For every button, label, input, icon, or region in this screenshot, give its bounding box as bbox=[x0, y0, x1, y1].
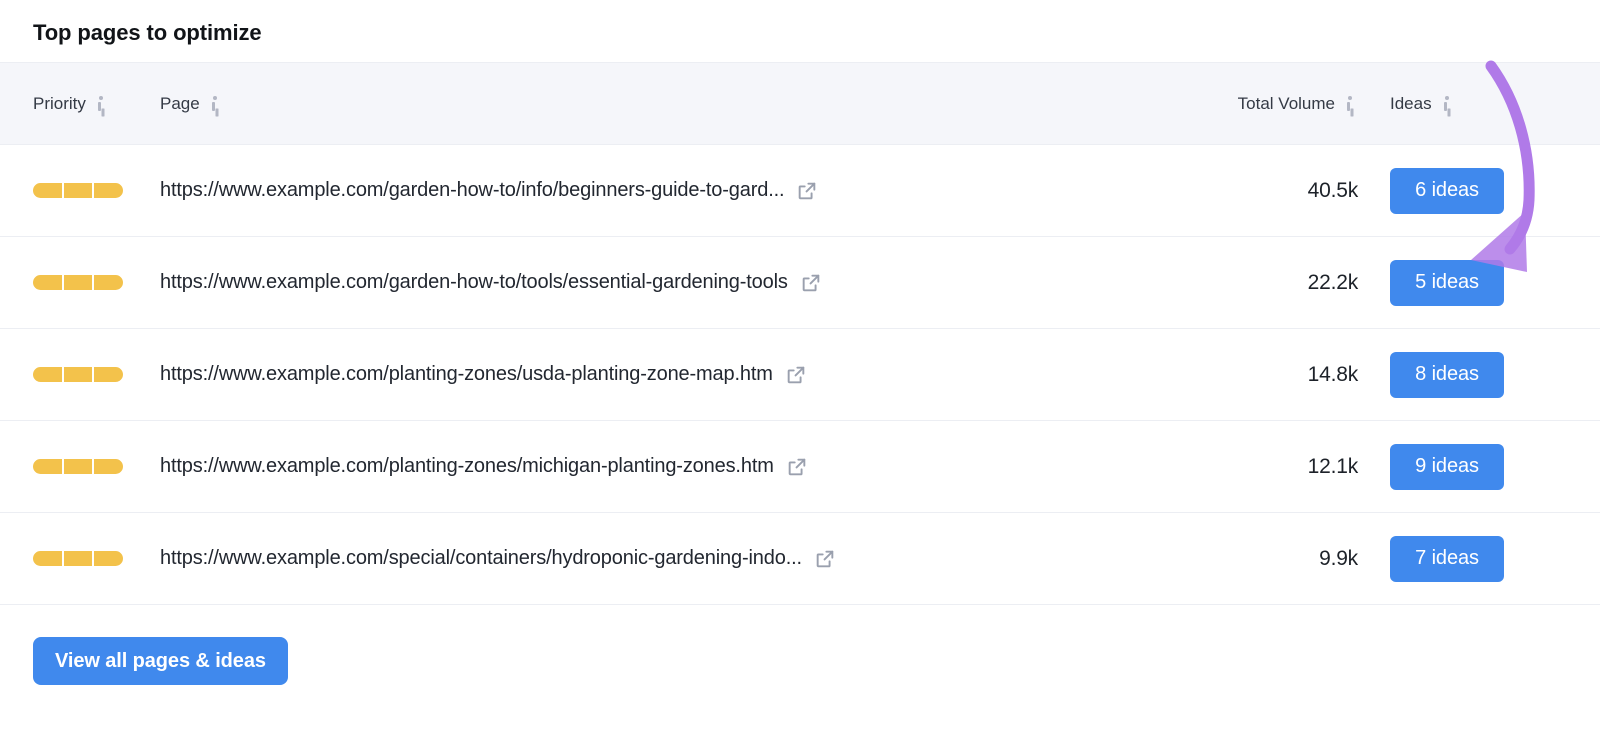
table-row: https://www.example.com/planting-zones/m… bbox=[0, 421, 1600, 513]
total-volume-cell: 14.8k bbox=[1180, 363, 1360, 387]
ideas-cell: 8 ideas bbox=[1360, 351, 1600, 398]
view-all-pages-ideas-button[interactable]: View all pages & ideas bbox=[33, 637, 288, 685]
priority-indicator bbox=[33, 367, 124, 382]
priority-segment bbox=[94, 275, 124, 290]
page-cell: https://www.example.com/special/containe… bbox=[148, 547, 1180, 570]
priority-indicator bbox=[33, 459, 124, 474]
ideas-badge[interactable]: 7 ideas bbox=[1390, 535, 1504, 582]
ideas-badge[interactable]: 8 ideas bbox=[1390, 351, 1504, 398]
priority-segment bbox=[63, 183, 93, 198]
priority-segment bbox=[33, 275, 62, 290]
external-link-icon[interactable] bbox=[796, 180, 818, 202]
page-url[interactable]: https://www.example.com/planting-zones/m… bbox=[160, 455, 774, 478]
page-url[interactable]: https://www.example.com/garden-how-to/to… bbox=[160, 271, 788, 294]
ideas-badge[interactable]: 6 ideas bbox=[1390, 167, 1504, 214]
table-row: https://www.example.com/planting-zones/u… bbox=[0, 329, 1600, 421]
external-link-icon[interactable] bbox=[800, 272, 822, 294]
total-volume-cell: 40.5k bbox=[1180, 179, 1360, 203]
external-link-icon[interactable] bbox=[785, 364, 807, 386]
priority-segment bbox=[94, 459, 124, 474]
priority-indicator bbox=[33, 275, 124, 290]
priority-segment bbox=[94, 367, 124, 382]
column-header-total-volume-label: Total Volume bbox=[1237, 93, 1335, 113]
total-volume-cell: 9.9k bbox=[1180, 547, 1360, 571]
priority-segment bbox=[63, 551, 93, 566]
page-title: Top pages to optimize bbox=[33, 20, 262, 45]
ideas-cell: 7 ideas bbox=[1360, 535, 1600, 582]
ideas-cell: 5 ideas bbox=[1360, 259, 1600, 306]
info-icon[interactable] bbox=[1344, 95, 1358, 113]
page-url[interactable]: https://www.example.com/special/containe… bbox=[160, 547, 802, 570]
top-pages-table: Priority Page Total Volume Ideas https:/… bbox=[0, 62, 1600, 605]
priority-segment bbox=[94, 551, 124, 566]
info-icon[interactable] bbox=[1441, 95, 1455, 113]
ideas-badge[interactable]: 9 ideas bbox=[1390, 443, 1504, 490]
priority-segment bbox=[33, 551, 62, 566]
priority-segment bbox=[63, 459, 93, 474]
priority-segment bbox=[33, 367, 62, 382]
page-url[interactable]: https://www.example.com/planting-zones/u… bbox=[160, 363, 773, 386]
page-cell: https://www.example.com/planting-zones/m… bbox=[148, 455, 1180, 478]
priority-segment bbox=[63, 275, 93, 290]
column-header-total-volume: Total Volume bbox=[1180, 94, 1360, 114]
top-pages-panel: Top pages to optimize Priority Page Tota… bbox=[0, 0, 1600, 732]
column-header-ideas: Ideas bbox=[1360, 94, 1600, 114]
table-row: https://www.example.com/garden-how-to/to… bbox=[0, 237, 1600, 329]
total-volume-value: 9.9k bbox=[1319, 546, 1358, 570]
page-cell: https://www.example.com/garden-how-to/to… bbox=[148, 271, 1180, 294]
table-row: https://www.example.com/special/containe… bbox=[0, 513, 1600, 605]
total-volume-value: 40.5k bbox=[1307, 178, 1359, 202]
external-link-icon[interactable] bbox=[786, 456, 808, 478]
total-volume-value: 14.8k bbox=[1307, 362, 1359, 386]
total-volume-value: 12.1k bbox=[1307, 454, 1359, 478]
table-header-row: Priority Page Total Volume Ideas bbox=[0, 63, 1600, 145]
priority-cell bbox=[0, 551, 148, 566]
priority-indicator bbox=[33, 551, 124, 566]
total-volume-cell: 12.1k bbox=[1180, 455, 1360, 479]
external-link-icon[interactable] bbox=[814, 548, 836, 570]
ideas-badge[interactable]: 5 ideas bbox=[1390, 259, 1504, 306]
info-icon[interactable] bbox=[95, 95, 109, 113]
page-cell: https://www.example.com/planting-zones/u… bbox=[148, 363, 1180, 386]
ideas-cell: 6 ideas bbox=[1360, 167, 1600, 214]
priority-cell bbox=[0, 183, 148, 198]
priority-cell bbox=[0, 275, 148, 290]
priority-cell bbox=[0, 367, 148, 382]
table-body: https://www.example.com/garden-how-to/in… bbox=[0, 145, 1600, 605]
total-volume-cell: 22.2k bbox=[1180, 271, 1360, 295]
page-url[interactable]: https://www.example.com/garden-how-to/in… bbox=[160, 179, 784, 202]
column-header-priority-label: Priority bbox=[33, 93, 86, 113]
column-header-ideas-label: Ideas bbox=[1390, 93, 1432, 113]
priority-cell bbox=[0, 459, 148, 474]
column-header-page-label: Page bbox=[160, 93, 200, 113]
column-header-page: Page bbox=[148, 94, 1180, 114]
priority-segment bbox=[33, 183, 62, 198]
priority-segment bbox=[94, 183, 124, 198]
column-header-priority: Priority bbox=[0, 94, 148, 114]
table-row: https://www.example.com/garden-how-to/in… bbox=[0, 145, 1600, 237]
total-volume-value: 22.2k bbox=[1307, 270, 1359, 294]
ideas-cell: 9 ideas bbox=[1360, 443, 1600, 490]
priority-segment bbox=[63, 367, 93, 382]
table-footer: View all pages & ideas bbox=[0, 605, 1600, 685]
info-icon[interactable] bbox=[209, 95, 223, 113]
page-cell: https://www.example.com/garden-how-to/in… bbox=[148, 179, 1180, 202]
priority-indicator bbox=[33, 183, 124, 198]
priority-segment bbox=[33, 459, 62, 474]
